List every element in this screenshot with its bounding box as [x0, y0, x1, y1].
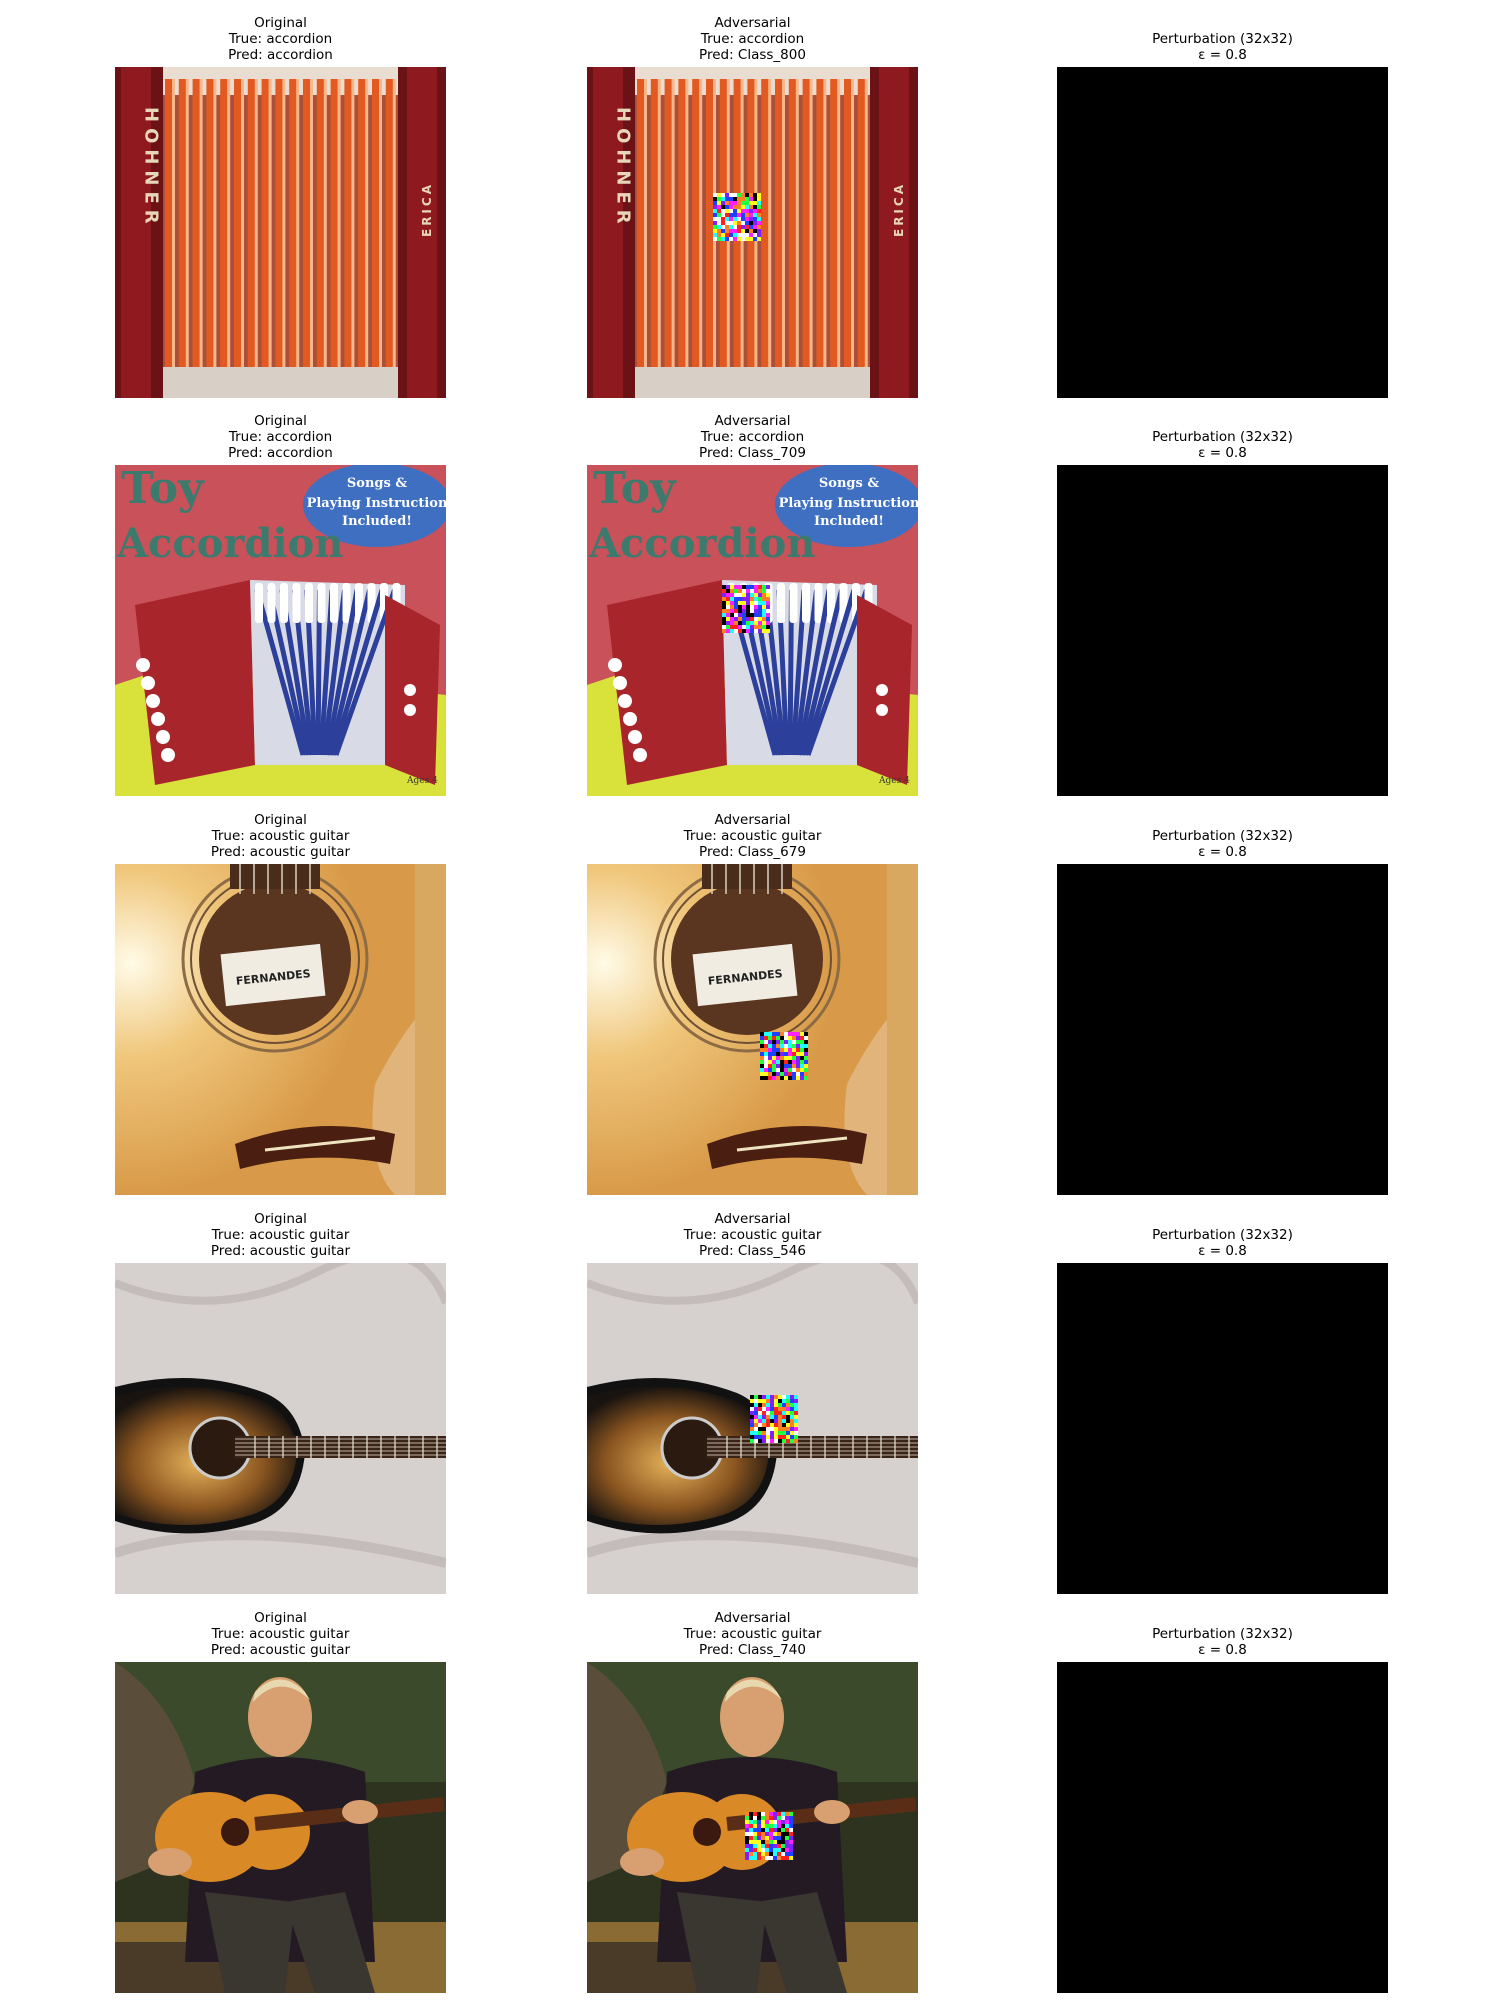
panel-title: Perturbation (32x32) ε = 0.8	[1057, 409, 1388, 461]
title-line: True: accordion	[228, 429, 333, 445]
svg-text:Accordion: Accordion	[116, 520, 343, 567]
perturbation-map	[1057, 465, 1388, 796]
perturbation-map	[1057, 67, 1388, 398]
svg-text:Songs &: Songs &	[347, 476, 407, 491]
title-line: True: acoustic guitar	[683, 1626, 822, 1642]
panel-title: Original True: accordion Pred: accordion	[115, 409, 446, 461]
title-line: Pred: Class_800	[699, 47, 806, 63]
title-line: Pred: Class_709	[699, 445, 806, 461]
panel-title: Adversarial True: accordion Pred: Class_70…	[587, 409, 918, 461]
original-image: FERNANDES	[115, 864, 446, 1195]
title-line: ε = 0.8	[1198, 47, 1247, 63]
adversarial-patch	[745, 1812, 793, 1860]
title-line: True: acoustic guitar	[211, 1227, 350, 1243]
adversarial-image	[587, 1263, 918, 1594]
panel-title: Original True: accordion Pred: accordion	[115, 11, 446, 63]
title-line: Pred: Class_679	[699, 844, 806, 860]
title-line: ε = 0.8	[1198, 1642, 1247, 1658]
panel-title: Adversarial True: accordion Pred: Class_80…	[587, 11, 918, 63]
adversarial-image: HOHNER ERICA	[587, 67, 918, 398]
adversarial-patch	[750, 1395, 798, 1443]
title-line: Pred: accordion	[228, 47, 333, 63]
title-line: Perturbation (32x32)	[1152, 31, 1293, 47]
svg-text:Accordion: Accordion	[588, 520, 815, 567]
original-image: HOHNER ERICA	[115, 67, 446, 398]
title-line: Original	[254, 1610, 307, 1626]
title-line: True: acoustic guitar	[683, 1227, 822, 1243]
title-line: Pred: acoustic guitar	[210, 844, 351, 860]
adversarial-patch	[722, 585, 770, 633]
panel-title: Adversarial True: acoustic guitar Pred: Cl…	[587, 1606, 918, 1658]
adversarial-image: Songs & Playing Instruction Included! Toy Ac…	[587, 465, 918, 796]
title-line: True: acoustic guitar	[211, 1626, 350, 1642]
original-image	[115, 1662, 446, 1993]
title-line: Pred: accordion	[228, 445, 333, 461]
panel-title: Adversarial True: acoustic guitar Pred: Cl…	[587, 1207, 918, 1259]
title-line: Adversarial	[714, 812, 791, 828]
title-line: True: acoustic guitar	[211, 828, 350, 844]
adversarial-patch	[713, 193, 761, 241]
svg-text:Included!: Included!	[814, 514, 884, 529]
title-line: Perturbation (32x32)	[1152, 1227, 1293, 1243]
panel-title: Perturbation (32x32) ε = 0.8	[1057, 11, 1388, 63]
panel-title: Original True: acoustic guitar Pred: acous…	[115, 1606, 446, 1658]
panel-title: Perturbation (32x32) ε = 0.8	[1057, 1207, 1388, 1259]
adversarial-image	[587, 1662, 918, 1993]
title-line: Perturbation (32x32)	[1152, 828, 1293, 844]
adversarial-patch	[760, 1032, 808, 1080]
original-image	[115, 1263, 446, 1594]
panel-title: Original True: acoustic guitar Pred: acous…	[115, 1207, 446, 1259]
panel-title: Perturbation (32x32) ε = 0.8	[1057, 1606, 1388, 1658]
panel-title: Perturbation (32x32) ε = 0.8	[1057, 808, 1388, 860]
hohner-logo-text: HOHNER	[613, 107, 634, 230]
title-line: Adversarial	[714, 413, 791, 429]
svg-text:Playing Instruction: Playing Instruction	[779, 496, 918, 511]
title-line: Original	[254, 15, 307, 31]
title-line: Original	[254, 812, 307, 828]
svg-text:ERICA: ERICA	[892, 182, 906, 237]
figure-grid: Original True: accordion Pred: accordion HO…	[0, 0, 1500, 2000]
svg-text:Included!: Included!	[342, 514, 412, 529]
title-line: Perturbation (32x32)	[1152, 1626, 1293, 1642]
svg-text:Toy: Toy	[593, 465, 677, 514]
title-line: ε = 0.8	[1198, 844, 1247, 860]
title-line: Adversarial	[714, 1610, 791, 1626]
title-line: Pred: Class_740	[699, 1642, 806, 1658]
adversarial-image: FERNANDES	[587, 864, 918, 1195]
perturbation-map	[1057, 864, 1388, 1195]
title-line: Pred: Class_546	[699, 1243, 806, 1259]
panel-title: Original True: acoustic guitar Pred: acous…	[115, 808, 446, 860]
title-line: Original	[254, 1211, 307, 1227]
title-line: Adversarial	[714, 15, 791, 31]
title-line: Original	[254, 413, 307, 429]
title-line: True: accordion	[228, 31, 333, 47]
perturbation-map	[1057, 1263, 1388, 1594]
svg-text:Toy: Toy	[121, 465, 205, 514]
title-line: Perturbation (32x32)	[1152, 429, 1293, 445]
title-line: ε = 0.8	[1198, 1243, 1247, 1259]
original-image: Songs & Playing Instruction Included! Toy Ac…	[115, 465, 446, 796]
panel-title: Adversarial True: acoustic guitar Pred: Cl…	[587, 808, 918, 860]
svg-text:Playing Instruction: Playing Instruction	[307, 496, 446, 511]
title-line: True: accordion	[700, 31, 805, 47]
svg-text:Songs &: Songs &	[819, 476, 879, 491]
title-line: Pred: acoustic guitar	[210, 1642, 351, 1658]
title-line: Adversarial	[714, 1211, 791, 1227]
title-line: Pred: acoustic guitar	[210, 1243, 351, 1259]
title-line: True: acoustic guitar	[683, 828, 822, 844]
hohner-logo-text: HOHNER	[141, 107, 162, 230]
svg-text:Ages 4: Ages 4	[406, 776, 438, 786]
title-line: ε = 0.8	[1198, 445, 1247, 461]
perturbation-map	[1057, 1662, 1388, 1993]
svg-text:ERICA: ERICA	[420, 182, 434, 237]
title-line: True: accordion	[700, 429, 805, 445]
svg-text:Ages 4: Ages 4	[878, 776, 910, 786]
